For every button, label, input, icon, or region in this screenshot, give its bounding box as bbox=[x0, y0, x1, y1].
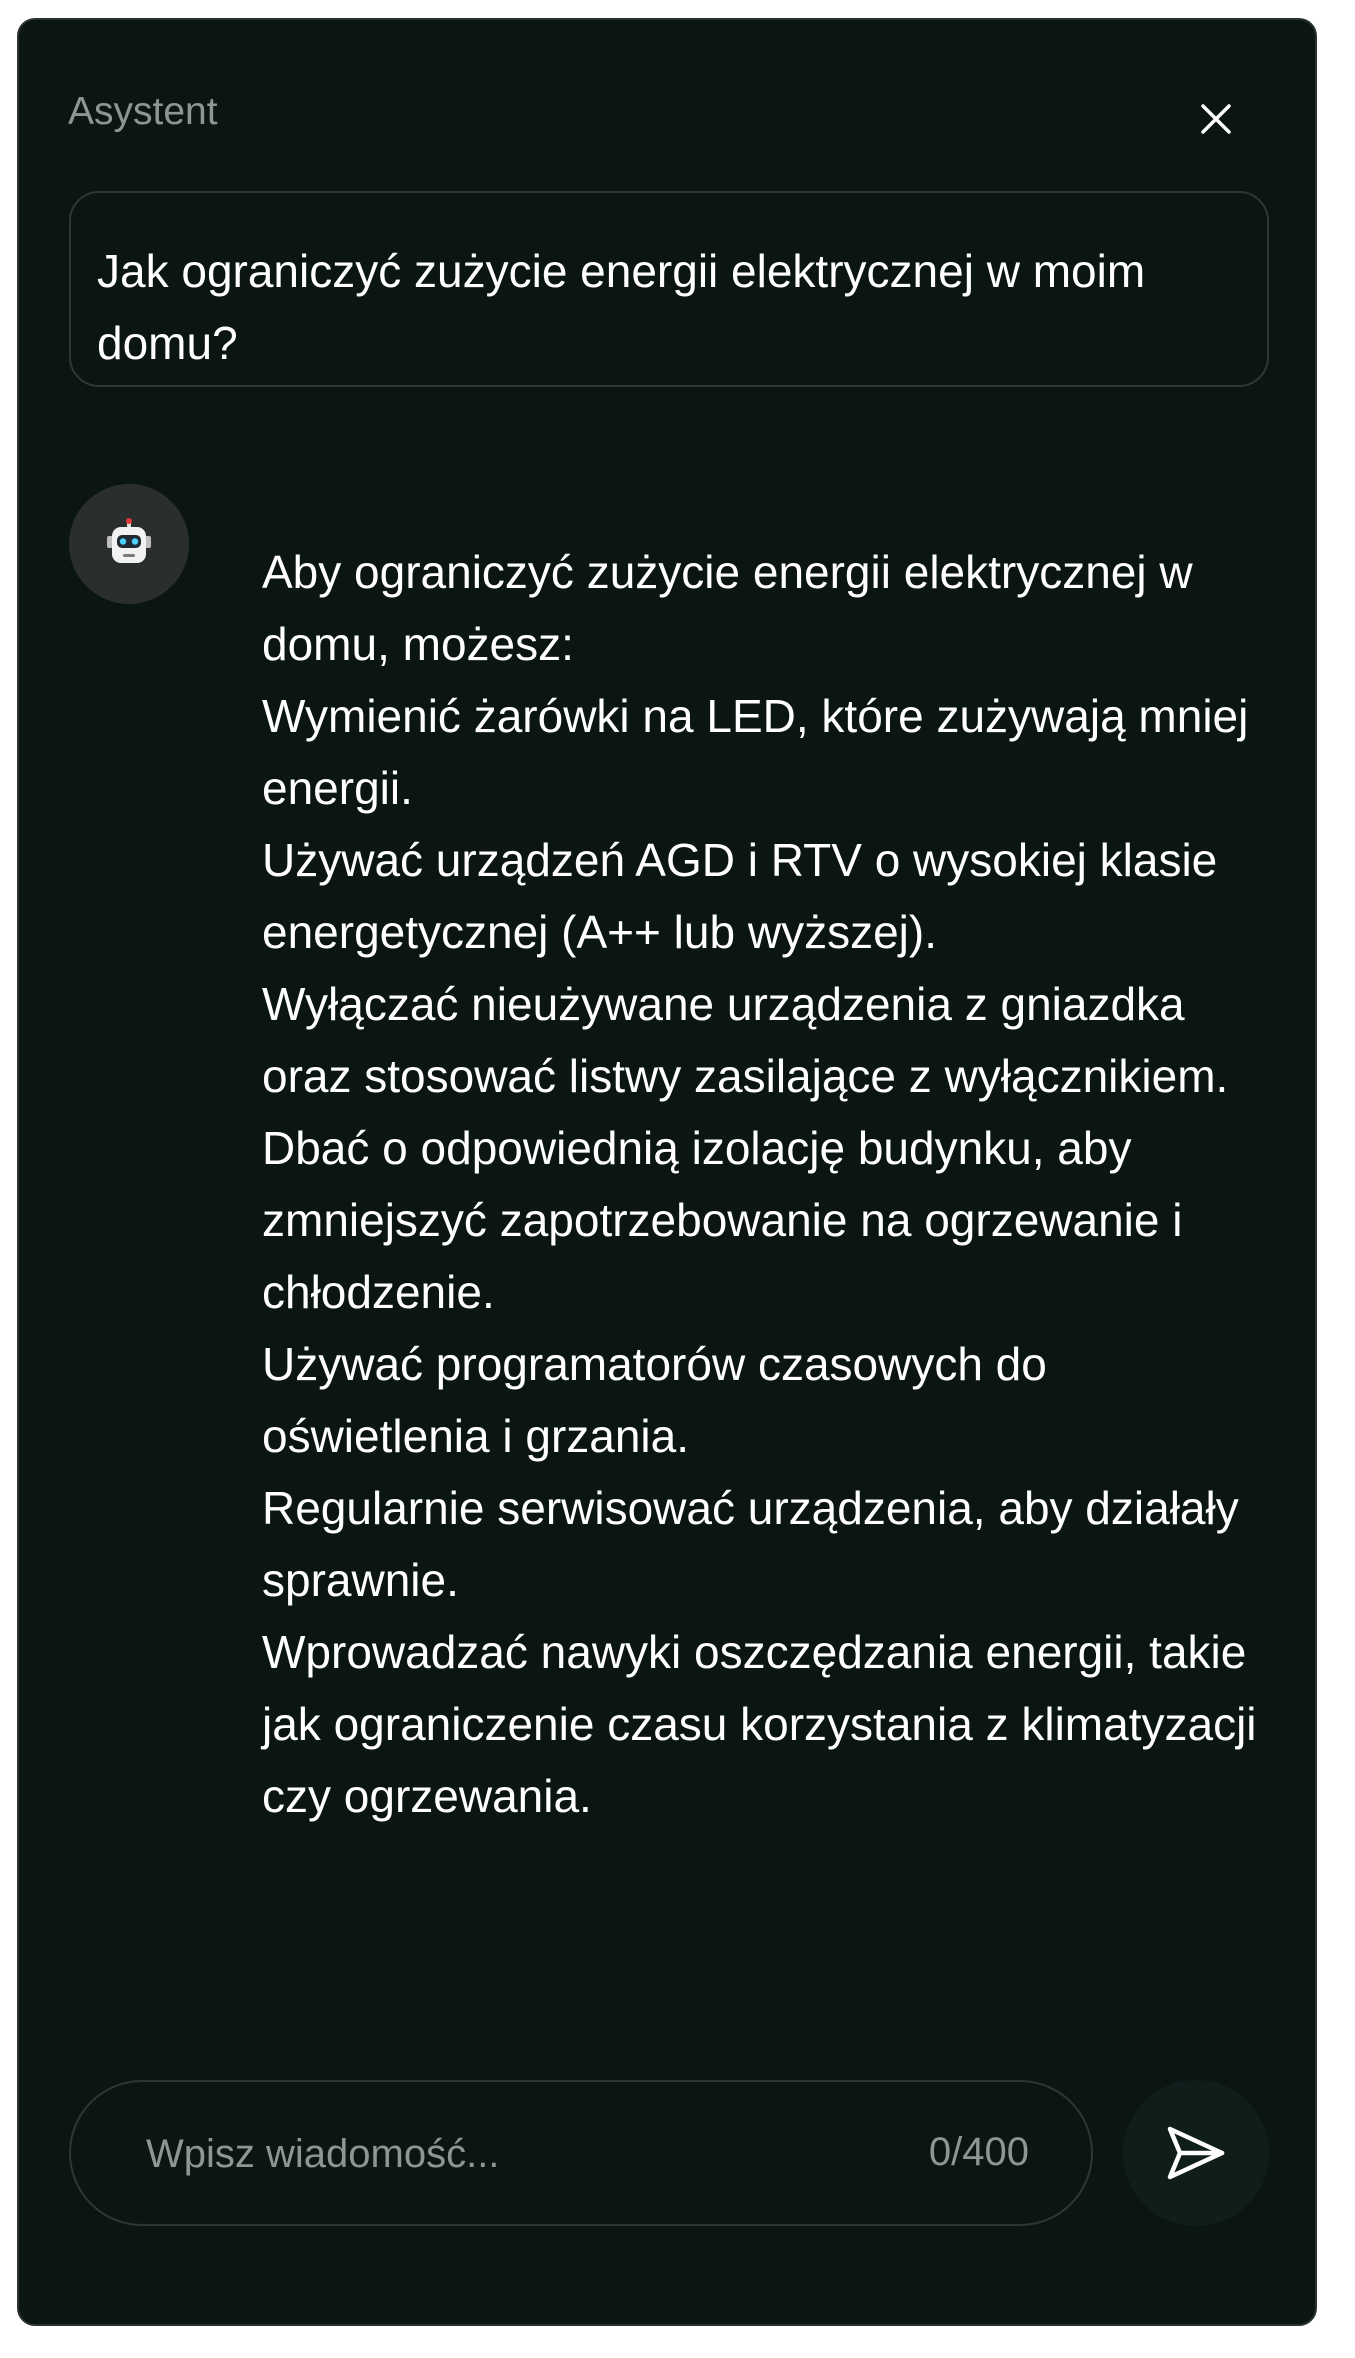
send-button[interactable] bbox=[1123, 2080, 1269, 2226]
assistant-message-line: Wymienić żarówki na LED, które zużywają … bbox=[262, 690, 1249, 814]
assistant-message-line: Dbać o odpowiednią izolację budynku, aby… bbox=[262, 1122, 1183, 1318]
message-composer: 0/400 bbox=[69, 2080, 1093, 2226]
assistant-message-line: Wprowadzać nawyki oszczędzania energii, … bbox=[262, 1626, 1257, 1822]
assistant-message-line: Używać urządzeń AGD i RTV o wysokiej kla… bbox=[262, 834, 1218, 958]
close-icon bbox=[1201, 104, 1231, 134]
assistant-chat-panel: Asystent Jak ograniczyć zużycie energii … bbox=[17, 18, 1317, 2326]
assistant-message-line: Aby ograniczyć zużycie energii elektrycz… bbox=[262, 546, 1193, 670]
user-message-bubble: Jak ograniczyć zużycie energii elektrycz… bbox=[69, 191, 1269, 387]
send-icon bbox=[1167, 2126, 1225, 2180]
panel-title: Asystent bbox=[68, 90, 218, 133]
assistant-message: Aby ograniczyć zużycie energii elektrycz… bbox=[262, 536, 1262, 1832]
assistant-message-line: Używać programatorów czasowych do oświet… bbox=[262, 1338, 1047, 1462]
message-input[interactable] bbox=[144, 2082, 888, 2226]
robot-icon bbox=[107, 518, 151, 563]
character-counter: 0/400 bbox=[928, 2130, 1029, 2174]
assistant-avatar bbox=[69, 484, 189, 604]
assistant-message-line: Regularnie serwisować urządzenia, aby dz… bbox=[262, 1482, 1239, 1606]
assistant-message-line: Wyłączać nieużywane urządzenia z gniazdk… bbox=[262, 978, 1229, 1102]
close-button[interactable] bbox=[1189, 92, 1243, 146]
